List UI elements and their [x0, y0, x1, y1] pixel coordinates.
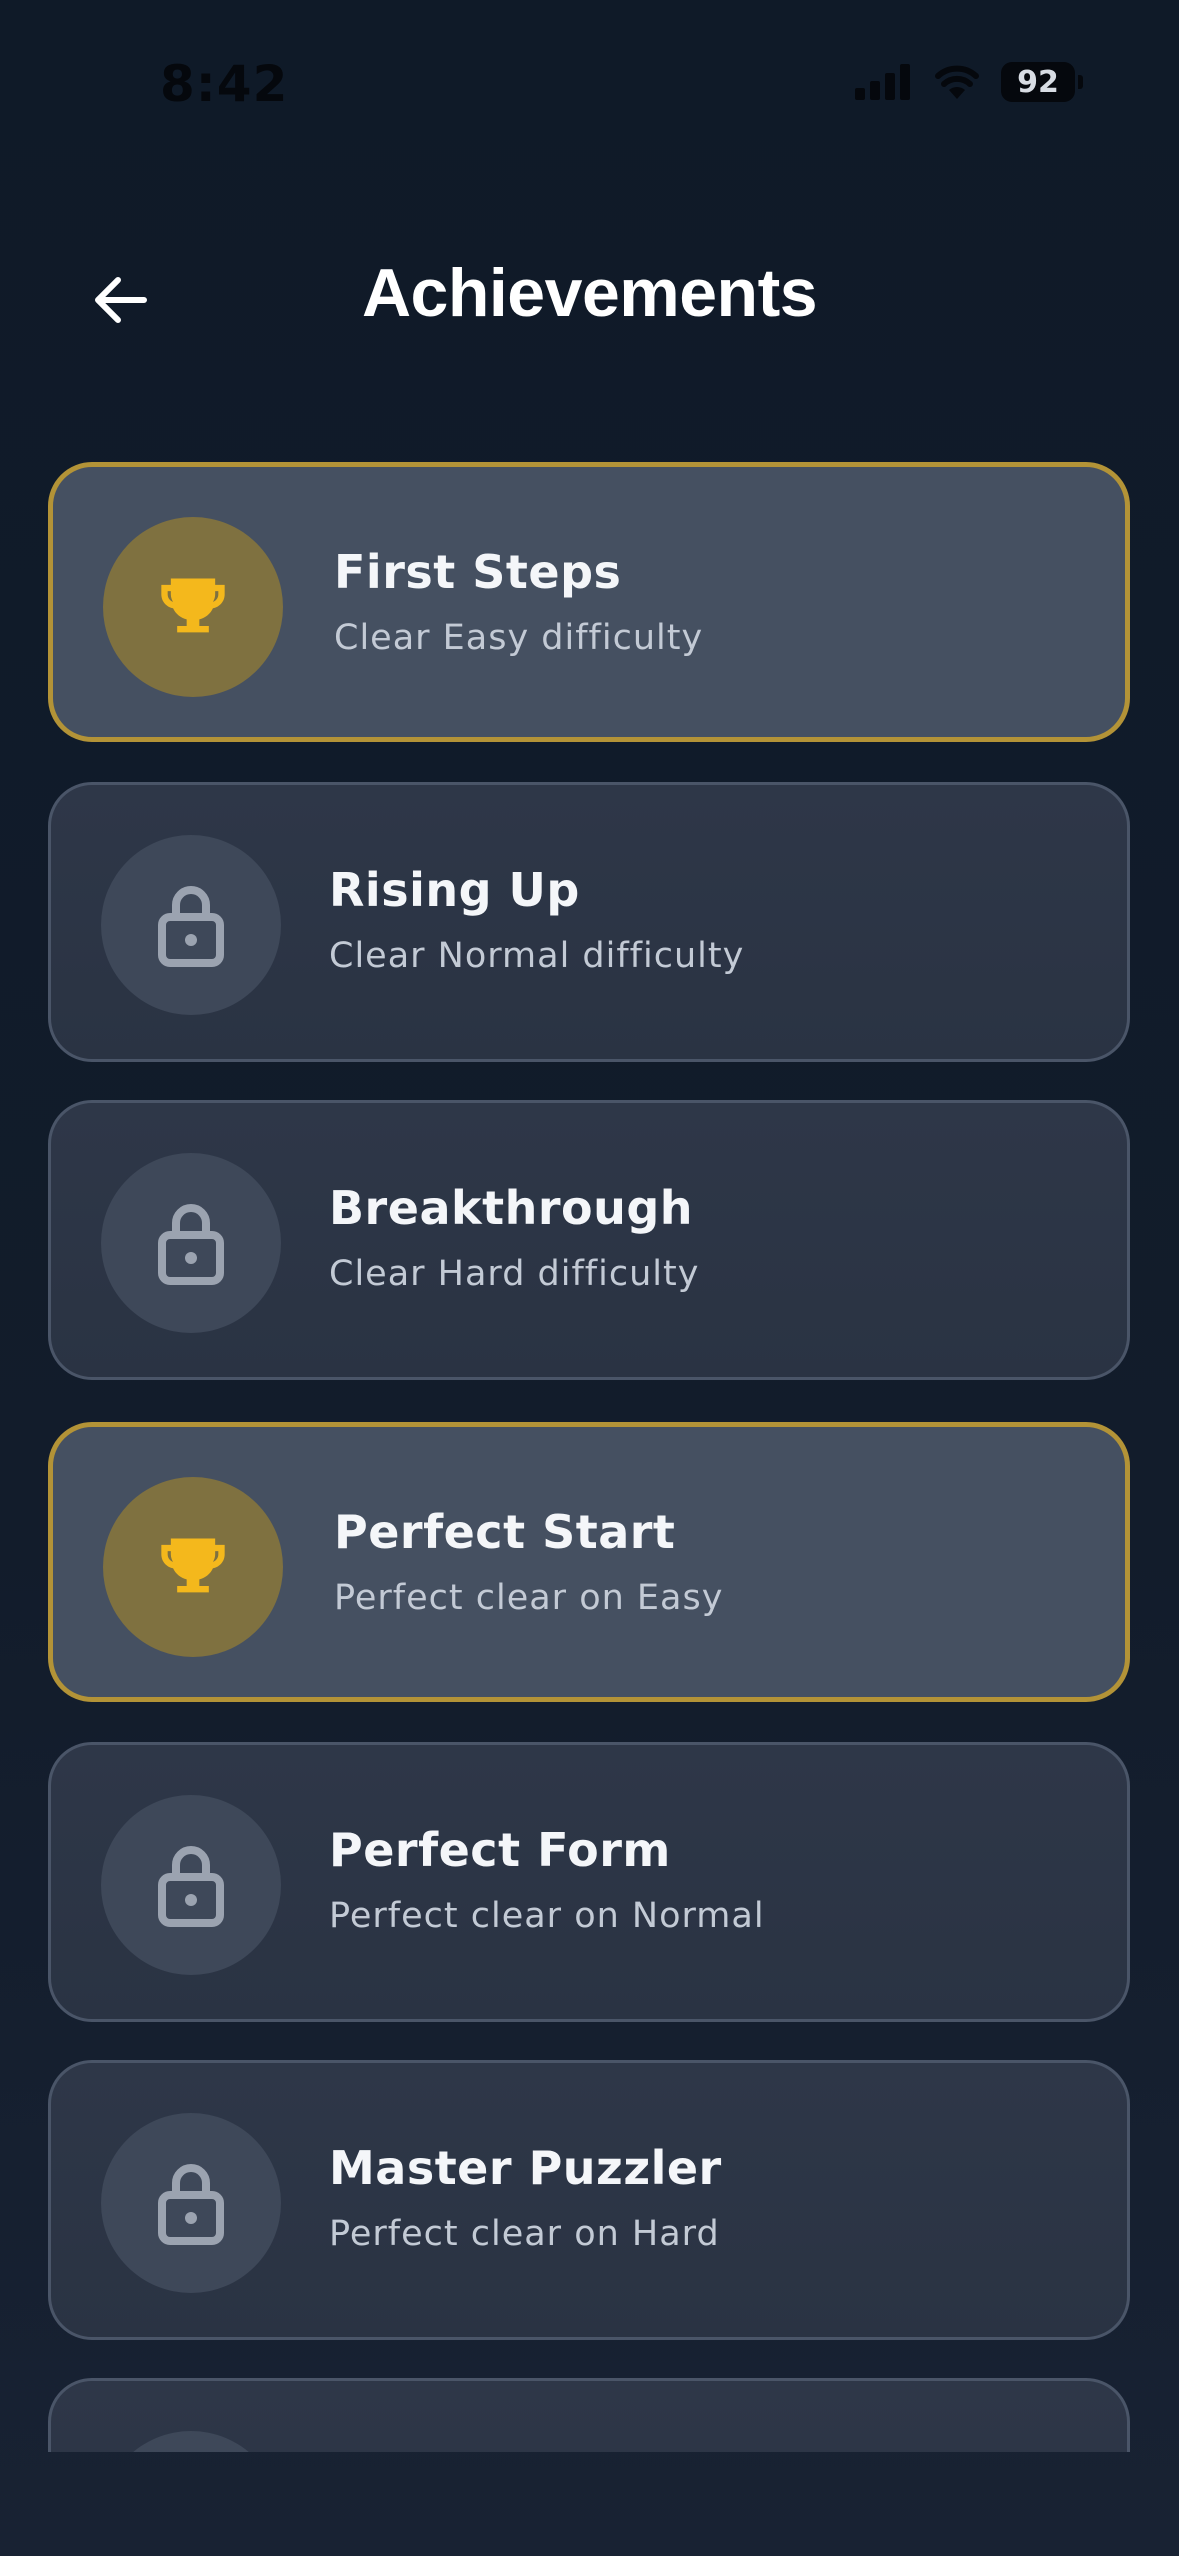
achievement-text: Rising Up Clear Normal difficulty	[329, 867, 744, 974]
achievement-list[interactable]: First Steps Clear Easy difficulty Rising…	[0, 440, 1179, 2452]
achievement-text: Perfect Start Perfect clear on Easy	[334, 1509, 723, 1616]
achievement-title: Breakthrough	[329, 1181, 694, 1235]
achievement-badge	[101, 2431, 281, 2452]
status-time: 8:42	[160, 55, 289, 113]
achievement-description: Perfect clear on Normal	[329, 1896, 765, 1936]
achievement-title: Rising Up	[329, 863, 580, 917]
trophy-icon	[161, 578, 225, 633]
achievement-card-first-steps[interactable]: First Steps Clear Easy difficulty	[48, 462, 1130, 742]
achievement-text: Breakthrough Clear Hard difficulty	[329, 1185, 699, 1292]
achievement-title: Master Puzzler	[329, 2141, 722, 2195]
achievement-title: First Steps	[334, 545, 622, 599]
trophy-icon	[161, 1538, 225, 1593]
achievement-badge	[103, 1477, 283, 1657]
achievement-text: First Steps Clear Easy difficulty	[334, 549, 703, 656]
wifi-icon	[935, 65, 979, 99]
status-bar: 8:42 92	[0, 0, 1179, 180]
achievement-card-perfect-start[interactable]: Perfect Start Perfect clear on Easy	[48, 1422, 1130, 1702]
battery-nub	[1078, 75, 1083, 89]
lock-icon	[158, 2164, 224, 2245]
achievement-badge	[101, 1795, 281, 1975]
achievement-title: Perfect Form	[329, 1823, 671, 1877]
achievement-text: Master Puzzler Perfect clear on Hard	[329, 2145, 722, 2252]
achievement-description: Perfect clear on Easy	[334, 1578, 724, 1618]
achievement-badge	[103, 517, 283, 697]
achievement-description: Perfect clear on Hard	[329, 2214, 720, 2254]
achievement-card-master-puzzler[interactable]: Master Puzzler Perfect clear on Hard	[48, 2060, 1130, 2340]
header: Achievements	[0, 230, 1179, 360]
lock-icon	[158, 1204, 224, 1285]
achievement-description: Clear Normal difficulty	[329, 936, 745, 976]
battery-icon: 92	[1001, 62, 1083, 102]
battery-level: 92	[1017, 64, 1059, 100]
achievement-card-rising-up[interactable]: Rising Up Clear Normal difficulty	[48, 782, 1130, 1062]
achievement-title: Perfect Start	[334, 1505, 676, 1559]
achievement-card-perfect-form[interactable]: Perfect Form Perfect clear on Normal	[48, 1742, 1130, 2022]
lock-icon	[158, 1846, 224, 1927]
achievements-screen: 8:42 92 Achievements First Steps Clear E…	[0, 0, 1179, 2556]
achievement-description: Clear Easy difficulty	[334, 618, 704, 658]
page-title: Achievements	[361, 255, 818, 331]
achievement-badge	[101, 2113, 281, 2293]
achievement-card-partial[interactable]	[48, 2378, 1130, 2452]
achievement-description: Clear Hard difficulty	[329, 1254, 700, 1294]
achievement-badge	[101, 835, 281, 1015]
achievement-card-breakthrough[interactable]: Breakthrough Clear Hard difficulty	[48, 1100, 1130, 1380]
signal-icon	[855, 64, 910, 100]
achievement-text: Perfect Form Perfect clear on Normal	[329, 1827, 765, 1934]
achievement-badge	[101, 1153, 281, 1333]
status-icons: 92	[855, 62, 1083, 102]
lock-icon	[158, 886, 224, 967]
